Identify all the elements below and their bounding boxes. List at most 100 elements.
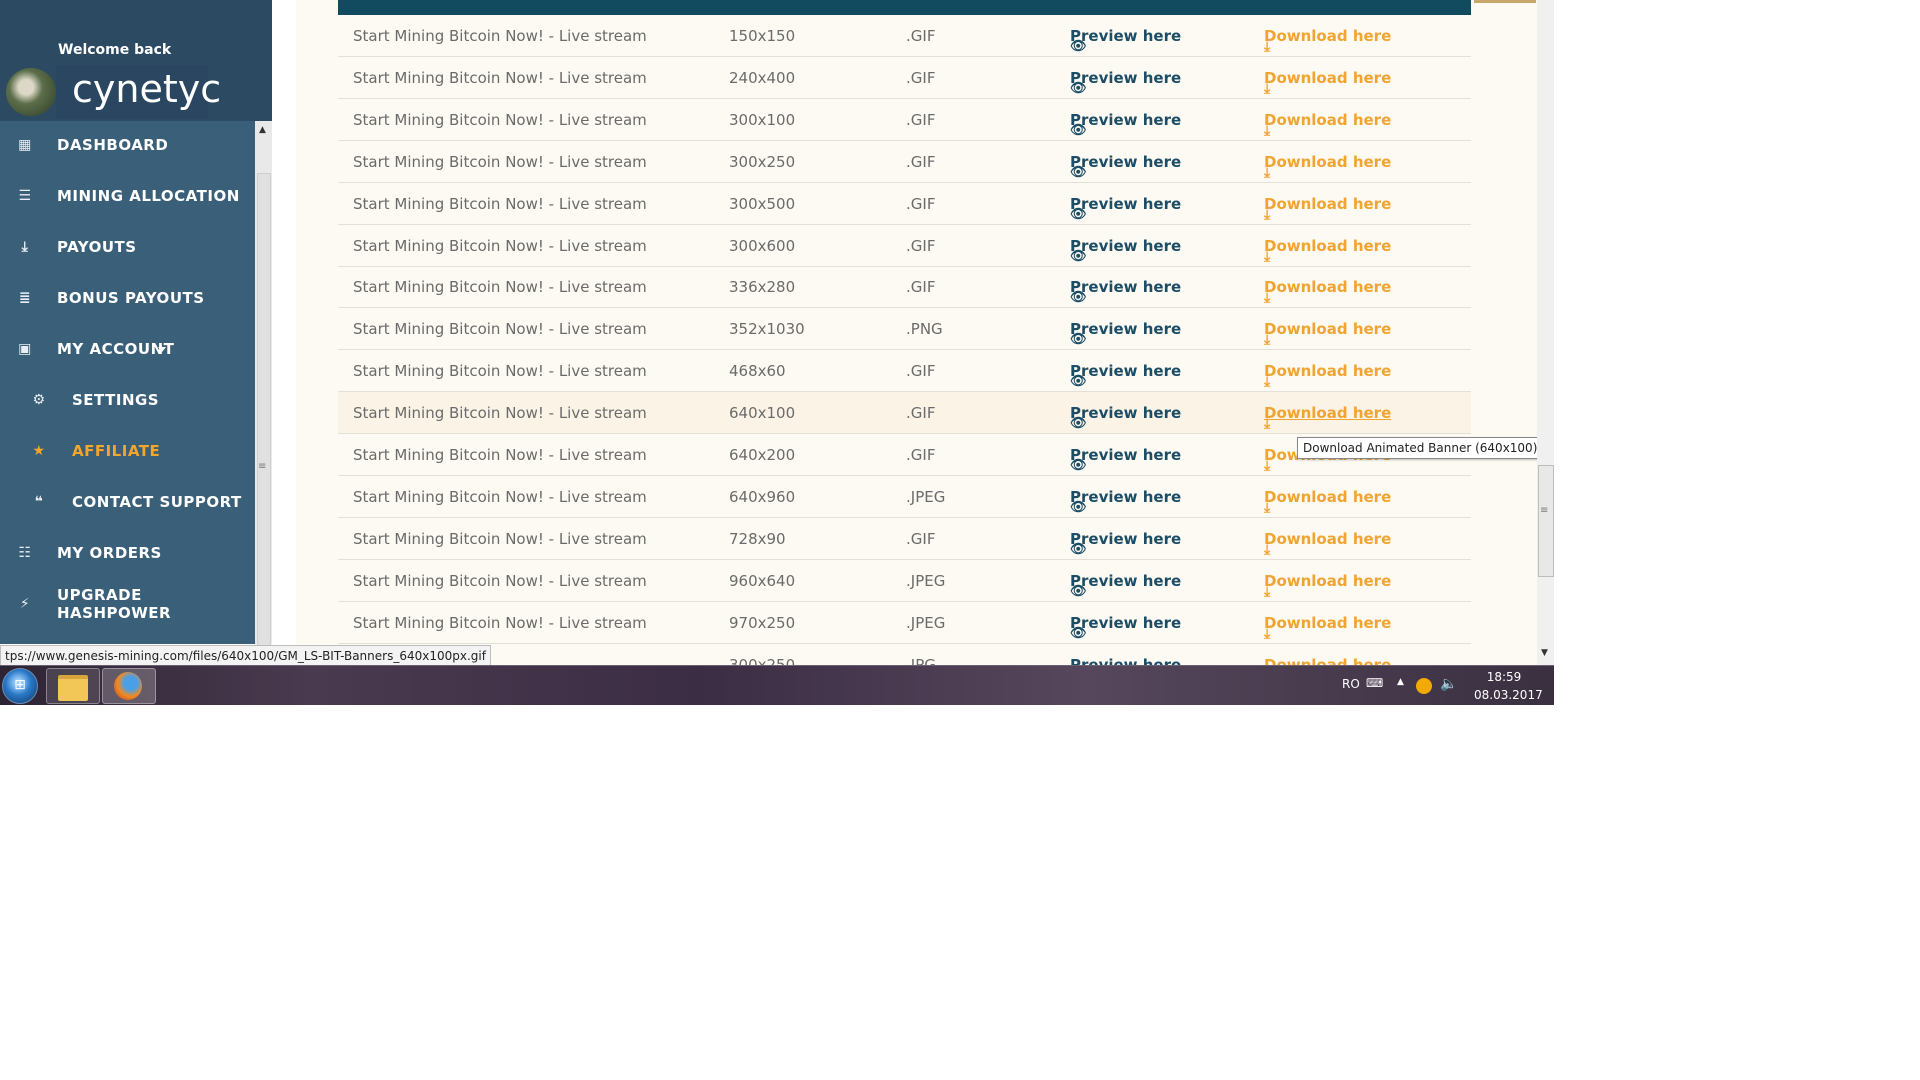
sidebar-item-label: BONUS PAYOUTS <box>57 289 205 307</box>
banner-format: .GIF <box>906 446 936 464</box>
scroll-up-arrow-icon[interactable]: ▲ <box>259 125 266 135</box>
download-icon: ⤓ <box>1264 248 1271 265</box>
preview-link[interactable]: 👁Preview here <box>1070 237 1181 264</box>
preview-link[interactable]: 👁Preview here <box>1070 572 1181 599</box>
preview-link[interactable]: 👁Preview here <box>1070 111 1181 138</box>
preview-link[interactable]: 👁Preview here <box>1070 69 1181 96</box>
eye-icon: 👁 <box>1070 80 1087 96</box>
banner-size: 300x100 <box>729 110 796 129</box>
banner-size: 960x640 <box>729 571 796 590</box>
banner-format: .GIF <box>906 68 936 87</box>
download-icon: ⤓ <box>1264 625 1271 642</box>
download-link[interactable]: ⤓Download here <box>1264 362 1392 390</box>
download-link[interactable]: ⤓Download here <box>1264 27 1391 55</box>
download-link[interactable]: ⤓Download here <box>1264 152 1392 181</box>
start-button[interactable]: ⊞ <box>2 668 38 704</box>
table-row: Start Mining Bitcoin Now! - Live stream 3… <box>338 183 1471 225</box>
download-icon: ⤓ <box>1264 458 1271 474</box>
firefox-icon <box>114 672 142 700</box>
sidebar-item-dashboard[interactable]: ▦ DASHBOARD <box>0 125 255 165</box>
speaker-icon[interactable]: 🔈 <box>1440 676 1457 692</box>
scroll-down-arrow-icon[interactable]: ▼ <box>1541 648 1548 658</box>
avatar[interactable] <box>6 68 56 116</box>
download-link-label: Download here <box>1264 152 1392 171</box>
taskbar-explorer-button[interactable] <box>46 668 100 704</box>
banner-name: Start Mining Bitcoin Now! - Live stream <box>353 613 647 632</box>
download-link[interactable]: ⤓Download here <box>1264 237 1391 265</box>
taskbar-firefox-button[interactable] <box>102 668 156 704</box>
sidebar-scrollbar[interactable]: ▲ ≡ <box>255 121 272 705</box>
page-scrollbar[interactable]: ≡ ▼ <box>1537 0 1554 665</box>
download-link[interactable]: ⤓Download here <box>1264 487 1392 516</box>
download-link[interactable]: ⤓Download here <box>1264 69 1391 97</box>
banner-name: Start Mining Bitcoin Now! - Live stream <box>353 236 647 255</box>
sidebar-scroll-thumb[interactable] <box>257 173 271 705</box>
download-link[interactable]: ⤓Download here <box>1264 613 1392 642</box>
scroll-grip-icon: ≡ <box>1540 505 1549 516</box>
sidebar-item-mining-allocation[interactable]: ☰ MINING ALLOCATION <box>0 176 255 216</box>
banner-size: 150x150 <box>729 27 796 45</box>
banner-format: .GIF <box>906 529 936 548</box>
download-link[interactable]: ⤓Download here <box>1264 404 1391 432</box>
download-link[interactable]: ⤓Download here <box>1264 530 1391 558</box>
download-link[interactable]: ⤓Download here <box>1264 278 1391 306</box>
browser-screen: Welcome back cynetyc ▦ DASHBOARD ☰ MINING A… <box>0 0 1554 705</box>
download-link[interactable]: ⤓Download here <box>1264 320 1391 348</box>
download-link[interactable]: ⤓Download here <box>1264 195 1391 223</box>
preview-link[interactable]: 👁Preview here <box>1070 488 1181 515</box>
sidebar-item-label: MY ACCOUNT <box>57 340 175 358</box>
caret-down-icon <box>158 347 166 352</box>
preview-link[interactable]: 👁Preview here <box>1070 446 1181 473</box>
download-link[interactable]: ⤓Download here <box>1264 571 1392 600</box>
eye-icon: 👁 <box>1070 248 1087 264</box>
banner-size: 640x200 <box>729 446 796 464</box>
page-scroll-thumb[interactable] <box>1538 465 1554 577</box>
preview-link[interactable]: 👁Preview here <box>1070 27 1181 54</box>
download-link-label: Download here <box>1264 613 1392 632</box>
keyboard-icon[interactable]: ⌨ <box>1366 676 1383 690</box>
chat-icon: ❝ <box>34 494 44 510</box>
sidebar-item-my-account[interactable]: ▣ MY ACCOUNT <box>0 329 255 369</box>
download-link-label: Download here <box>1264 487 1392 506</box>
download-link[interactable]: ⤓Download here <box>1264 111 1391 139</box>
windows-taskbar: ⊞ RO ⌨ ▲ 🔈 18:59 08.03.2017 <box>0 665 1554 705</box>
sidebar-item-my-orders[interactable]: ☷ MY ORDERS <box>0 533 255 573</box>
sidebar-item-payouts[interactable]: ⤓ PAYOUTS <box>0 227 255 267</box>
download-tooltip: Download Animated Banner (640x100) here <box>1297 437 1554 459</box>
sidebar-item-label: DASHBOARD <box>57 136 169 154</box>
preview-link[interactable]: 👁Preview here <box>1070 195 1181 222</box>
preview-link[interactable]: 👁Preview here <box>1070 362 1181 389</box>
header-accent-line <box>1474 0 1536 3</box>
preview-link[interactable]: 👁Preview here <box>1070 320 1181 347</box>
sidebar-item-settings[interactable]: ⚙ SETTINGS <box>0 380 255 420</box>
preview-link[interactable]: 👁Preview here <box>1070 530 1181 557</box>
banner-size: 728x90 <box>729 529 786 548</box>
preview-link[interactable]: 👁Preview here <box>1070 614 1181 641</box>
banner-format: .JPEG <box>906 487 946 506</box>
sidebar-item-bonus-payouts[interactable]: ≣ BONUS PAYOUTS <box>0 278 255 318</box>
banner-name: Start Mining Bitcoin Now! - Live stream <box>353 487 647 506</box>
preview-link[interactable]: 👁Preview here <box>1070 278 1181 305</box>
sidebar-item-upgrade-hashpower[interactable]: ⚡ UPGRADE HASHPOWER <box>0 584 255 624</box>
banner-size: 640x960 <box>729 487 796 506</box>
dashboard-icon: ▦ <box>18 137 32 153</box>
table-row: Start Mining Bitcoin Now! - Live stream 7… <box>338 518 1471 560</box>
taskbar-clock[interactable]: 18:59 08.03.2017 <box>1474 668 1543 704</box>
show-hidden-icons-arrow-icon[interactable]: ▲ <box>1397 677 1404 687</box>
orders-list-icon: ☷ <box>18 545 32 561</box>
banner-size: 640x100 <box>729 404 796 423</box>
eye-icon: 👁 <box>1070 625 1087 641</box>
language-indicator[interactable]: RO <box>1342 677 1360 691</box>
download-link-label: Download here <box>1264 362 1392 381</box>
sidebar-item-affiliate[interactable]: ★ AFFILIATE <box>0 431 255 471</box>
preview-link[interactable]: 👁Preview here <box>1070 153 1181 180</box>
preview-link[interactable]: 👁Preview here <box>1070 404 1181 431</box>
banner-name: Start Mining Bitcoin Now! - Live stream <box>353 110 647 129</box>
banner-size: 300x600 <box>729 236 796 255</box>
sidebar-item-contact-support[interactable]: ❝ CONTACT SUPPORT <box>0 482 255 522</box>
scroll-grip-icon: ≡ <box>258 461 267 472</box>
sidebar-item-label: AFFILIATE <box>72 442 161 460</box>
tray-app-icon[interactable] <box>1416 678 1432 694</box>
download-link-label: Download here <box>1264 571 1392 590</box>
table-row: Start Mining Bitcoin Now! - Live stream 6… <box>338 476 1471 518</box>
